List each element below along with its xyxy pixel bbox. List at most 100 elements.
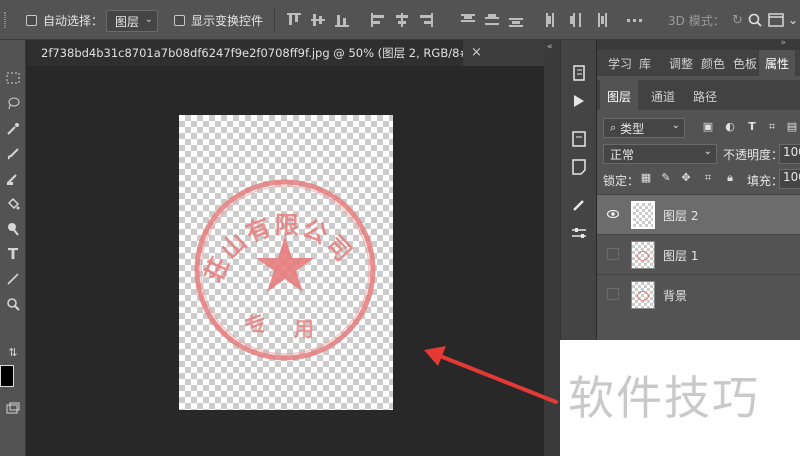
layer-filter-dropdown[interactable]: ⌕ 类型 ⌄ — [603, 118, 685, 138]
auto-select-checkbox-box[interactable] — [26, 14, 37, 26]
tab-color[interactable]: 颜色 — [701, 55, 725, 72]
3d-mode-label: 3D 模式： — [668, 13, 725, 28]
fill-input[interactable]: 100% — [779, 169, 800, 189]
show-transform-checkbox[interactable]: 显示变换控件 — [174, 12, 263, 28]
play-actions-icon[interactable] — [570, 92, 588, 110]
zoom-icon[interactable] — [3, 294, 23, 314]
tab-channels[interactable]: 通道 — [651, 88, 675, 105]
eyedropper-icon[interactable] — [3, 119, 23, 139]
document-tab-bar: 2f738bd4b31c8701a7b08df6247f9e2f0708ff9f… — [27, 40, 544, 66]
document-tab-title: 2f738bd4b31c8701a7b08df6247f9e2f0708ff9f… — [41, 46, 463, 60]
lock-all-icon[interactable]: 🔒︎ — [723, 171, 737, 185]
paint-bucket-icon[interactable] — [3, 194, 23, 214]
visibility-toggle[interactable] — [607, 288, 619, 300]
tab-swatches[interactable]: 色板 — [733, 55, 757, 72]
brush-icon[interactable] — [3, 144, 23, 164]
line-icon[interactable] — [3, 269, 23, 289]
search-icon[interactable] — [748, 12, 762, 28]
separator — [274, 8, 275, 32]
watermark-text: 软件技巧 — [568, 371, 760, 425]
tab-properties[interactable]: 属性 — [759, 50, 796, 76]
align-top-icon[interactable] — [286, 12, 302, 28]
opacity-label: 不透明度： — [723, 148, 784, 162]
notes-icon[interactable] — [570, 158, 588, 176]
align-vertical-center-icon[interactable] — [310, 12, 326, 28]
distribute-vertical-center-icon[interactable] — [484, 12, 500, 28]
close-icon[interactable]: × — [471, 45, 482, 60]
filter-adjustment-icon[interactable]: ◐ — [723, 120, 737, 134]
swap-colors-icon[interactable]: ⇅ — [3, 342, 23, 362]
history-icon[interactable] — [570, 64, 588, 82]
filter-smart-object-icon[interactable]: ▤ — [785, 120, 799, 134]
layer-row[interactable]: 背景 — [597, 274, 800, 314]
distribute-left-icon[interactable] — [544, 12, 560, 28]
auto-select-checkbox[interactable]: 自动选择： — [26, 12, 103, 28]
type-icon[interactable]: T — [3, 244, 23, 264]
foreground-color-swatch[interactable] — [0, 365, 14, 387]
layer-name: 图层 1 — [663, 249, 699, 263]
lock-artboard-icon[interactable]: ⌗ — [701, 171, 715, 185]
properties-icon[interactable] — [570, 130, 588, 148]
dodge-icon[interactable] — [3, 219, 23, 239]
workspace-icon[interactable] — [768, 12, 784, 28]
tools-panel: T ⇅ — [0, 40, 26, 456]
chevron-down-icon[interactable]: ⌄ — [788, 12, 798, 28]
top-panel-tabs: 学习 库 调整 颜色 色板 属性 — [597, 50, 800, 76]
filter-pixel-icon[interactable]: ▣ — [701, 120, 715, 134]
panel-icon-dock — [560, 40, 596, 340]
filter-type-icon[interactable]: T — [745, 120, 759, 134]
align-right-icon[interactable] — [418, 12, 434, 28]
show-transform-checkbox-box[interactable] — [174, 14, 185, 26]
opacity-input[interactable]: 100% — [779, 144, 800, 164]
document-tab[interactable]: 2f738bd4b31c8701a7b08df6247f9e2f0708ff9f… — [27, 40, 463, 66]
move-tool-options-handle[interactable] — [4, 12, 6, 28]
distribute-right-icon[interactable] — [592, 12, 608, 28]
distribute-top-icon[interactable] — [460, 12, 476, 28]
layer-thumbnail — [631, 281, 655, 309]
align-left-icon[interactable] — [370, 12, 386, 28]
tab-layers[interactable]: 图层 — [600, 80, 639, 110]
layer-row[interactable]: 图层 1 — [597, 234, 800, 274]
lock-pixels-icon[interactable]: ✎ — [659, 171, 673, 185]
visibility-toggle[interactable] — [607, 248, 619, 260]
chevron-down-icon: ⌄ — [144, 14, 153, 25]
panel-collapse-strip: « — [544, 40, 560, 456]
eye-icon[interactable] — [607, 208, 619, 220]
clone-stamp-icon[interactable] — [3, 169, 23, 189]
align-bottom-icon[interactable] — [334, 12, 350, 28]
svg-text:用: 用 — [294, 317, 314, 341]
lasso-icon[interactable] — [3, 93, 23, 113]
svg-text:专: 专 — [241, 310, 271, 342]
search-icon: ⌕ — [610, 121, 617, 134]
canvas-area[interactable]: 荘山有限公司 专 用 — [27, 66, 544, 456]
collapse-panels-icon[interactable]: » — [780, 38, 786, 48]
screen-mode-icon[interactable] — [3, 398, 23, 418]
more-options-icon[interactable] — [626, 12, 642, 28]
blend-mode-dropdown[interactable]: 正常 ⌄ — [603, 144, 717, 164]
tab-paths[interactable]: 路径 — [693, 88, 717, 105]
blend-mode-value: 正常 — [610, 147, 635, 162]
document-canvas[interactable]: 荘山有限公司 专 用 — [179, 115, 393, 410]
filter-shape-icon[interactable]: ⌗ — [765, 120, 779, 134]
tab-libraries[interactable]: 库 — [639, 55, 651, 72]
layer-row[interactable]: 图层 2 — [597, 194, 800, 234]
lock-position-icon[interactable]: ✥ — [679, 171, 693, 185]
adjustments-sliders-icon[interactable] — [570, 224, 588, 242]
auto-select-target-value: 图层 — [115, 14, 140, 29]
3d-rotate-icon[interactable]: ↻ — [732, 12, 743, 28]
marquee-icon[interactable] — [3, 68, 23, 88]
align-horizontal-center-icon[interactable] — [394, 12, 410, 28]
layer-name: 图层 2 — [663, 209, 699, 223]
tab-adjustments[interactable]: 调整 — [669, 55, 693, 72]
lock-transparent-icon[interactable]: ▦ — [639, 171, 653, 185]
tab-learn[interactable]: 学习 — [608, 55, 632, 72]
chevron-down-icon: ⌄ — [703, 146, 712, 157]
distribute-bottom-icon[interactable] — [508, 12, 524, 28]
fill-label: 填充： — [747, 174, 784, 188]
brush-settings-icon[interactable] — [570, 196, 588, 214]
distribute-horizontal-center-icon[interactable] — [568, 12, 584, 28]
show-transform-label: 显示变换控件 — [191, 13, 264, 28]
collapse-chevron-icon[interactable]: « — [547, 42, 553, 52]
options-bar: 自动选择： 图层 ⌄ 显示变换控件 3D 模式： ↻ ⌄ — [0, 0, 800, 40]
auto-select-target-dropdown[interactable]: 图层 ⌄ — [106, 10, 158, 32]
